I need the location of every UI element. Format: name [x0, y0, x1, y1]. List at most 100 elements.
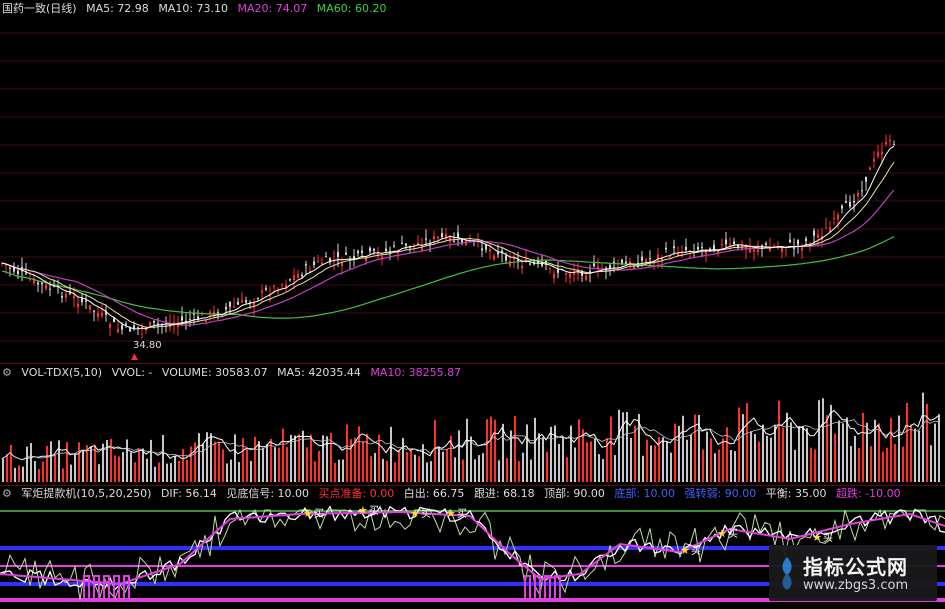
volume-panel[interactable]: ⚙ VOL-TDX(5,10) VVOL: - VOLUME: 30583.07…	[0, 362, 945, 484]
volume-bar	[82, 449, 84, 482]
candle-body	[865, 176, 867, 182]
volume-bar	[290, 434, 292, 482]
volume-bar	[242, 438, 244, 482]
volume-bar	[562, 436, 564, 482]
volume-bar	[302, 430, 304, 482]
bottom-signal	[524, 575, 565, 601]
candle-body	[149, 322, 151, 326]
volume-bar	[370, 455, 372, 482]
volume-bar	[774, 424, 776, 482]
candle-body	[369, 247, 371, 252]
candle-body	[789, 239, 791, 243]
volume-bar	[342, 459, 344, 482]
volume-bar	[882, 451, 884, 482]
candle-body	[497, 252, 499, 255]
volume-bar	[198, 433, 200, 482]
watermark-logo-icon	[782, 557, 792, 590]
candle-body	[229, 301, 231, 307]
volume-bar	[230, 459, 232, 482]
volume-bar	[146, 458, 148, 482]
candle-body	[877, 152, 879, 157]
volume-bar	[878, 423, 880, 482]
volume-bar	[710, 438, 712, 482]
candle-body	[485, 244, 487, 250]
candle-body	[13, 267, 15, 272]
buy-star-icon: ★	[446, 507, 456, 520]
volume-bar	[578, 419, 580, 482]
candle-body	[433, 236, 435, 240]
volume-bar	[922, 392, 924, 482]
buy-marker: 买	[691, 545, 701, 557]
candle-body	[405, 243, 407, 246]
buy-star-icon: ★	[410, 507, 420, 520]
volume-bar	[778, 400, 780, 482]
candle-body	[701, 246, 703, 248]
volume-bar	[570, 425, 572, 482]
ma60-line	[1, 236, 895, 319]
volume-bar	[586, 442, 588, 482]
vol-ma5-value: MA5: 42035.44	[277, 366, 361, 379]
volume-bar	[190, 446, 192, 482]
candle-body	[833, 217, 835, 219]
candle-body	[841, 205, 843, 209]
candle-body	[881, 151, 883, 155]
volume-bar	[174, 456, 176, 482]
volume-bar	[702, 449, 704, 482]
price-panel[interactable]: 国药一致(日线) MA5: 72.98 MA10: 73.10 MA20: 74…	[0, 0, 945, 362]
buy-marker: 买	[421, 508, 431, 520]
volume-bar	[126, 439, 128, 482]
candle-body	[665, 247, 667, 250]
volume-bar	[374, 452, 376, 482]
candle-body	[137, 326, 139, 328]
volume-bar	[650, 445, 652, 482]
volume-bar	[18, 465, 20, 482]
candle-body	[97, 313, 99, 317]
candle-body	[893, 144, 895, 146]
settings-icon[interactable]: ⚙	[2, 487, 12, 500]
candle-body	[757, 249, 759, 252]
volume-bar	[538, 433, 540, 482]
volume-bar	[530, 459, 532, 482]
top-value: 顶部: 90.00	[544, 487, 605, 500]
volume-bar	[50, 441, 52, 482]
volume-bar	[558, 443, 560, 482]
volume-bar	[486, 419, 488, 482]
candle-body	[673, 246, 675, 249]
candle-body	[641, 256, 643, 261]
candle-body	[401, 243, 403, 245]
volume-bar	[610, 416, 612, 482]
candle-body	[257, 298, 259, 300]
volume-bar	[226, 463, 228, 482]
volume-bar	[182, 449, 184, 482]
volume-bar	[262, 447, 264, 482]
volume-bar	[14, 467, 16, 482]
volume-bar	[74, 453, 76, 482]
volume-bar	[222, 449, 224, 482]
volume-bar	[66, 442, 68, 482]
volume-bar	[122, 452, 124, 482]
volume-bar	[366, 433, 368, 482]
volume-bar	[894, 444, 896, 482]
vvol-value: VVOL: -	[111, 366, 153, 379]
volume-bar	[114, 455, 116, 482]
volume-bar	[322, 435, 324, 482]
candle-body	[425, 238, 427, 240]
volume-bar	[914, 428, 916, 482]
candle-body	[873, 158, 875, 162]
volume-bar	[670, 452, 672, 482]
volume-bar	[866, 422, 868, 482]
volume-bar	[762, 424, 764, 482]
candle-body	[569, 273, 571, 278]
candle-body	[685, 246, 687, 251]
volume-bar	[150, 439, 152, 482]
volume-bar	[742, 414, 744, 482]
volume-bar	[654, 445, 656, 482]
volume-bar	[6, 454, 8, 482]
volume-bar	[646, 439, 648, 482]
volume-bar	[310, 434, 312, 482]
settings-icon[interactable]: ⚙	[2, 366, 12, 379]
volume-bar	[390, 426, 392, 482]
volume-bar	[730, 450, 732, 482]
volume-bar	[166, 463, 168, 482]
strong-value: 强转弱: 90.00	[684, 487, 757, 500]
